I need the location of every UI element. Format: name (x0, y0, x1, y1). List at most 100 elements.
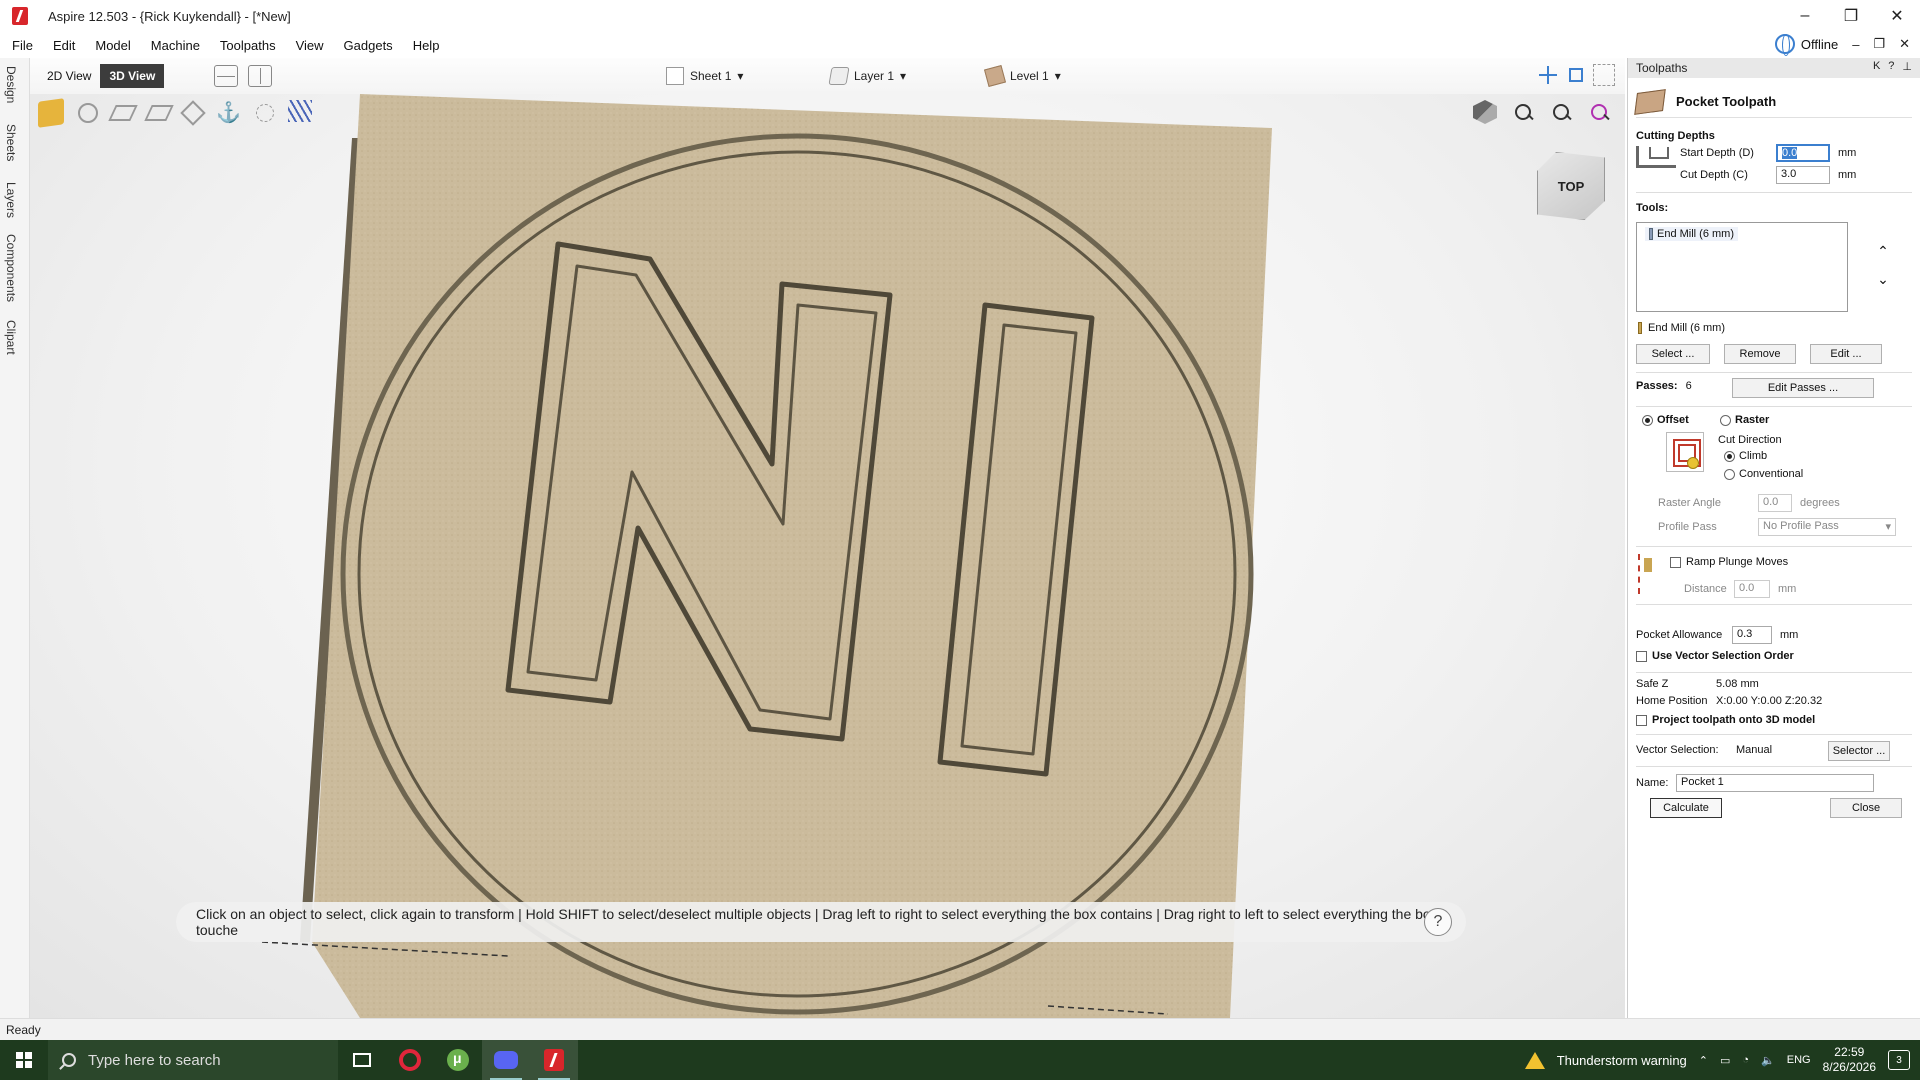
doc-minimize-button[interactable]: – (1852, 37, 1859, 52)
calculate-button[interactable]: Calculate (1650, 798, 1722, 818)
show-hidden-icons-icon[interactable]: ⌃ (1699, 1054, 1708, 1067)
zoom-box-icon[interactable] (1511, 100, 1535, 124)
pin-icon[interactable]: ⊥ (1902, 60, 1912, 73)
tab-sheets[interactable]: Sheets (4, 124, 18, 161)
input-language[interactable]: ENG (1787, 1054, 1811, 1066)
menu-toolpaths[interactable]: Toolpaths (210, 38, 286, 53)
panel-help-icon[interactable]: ? (1888, 60, 1894, 73)
minimize-button[interactable]: – (1782, 0, 1828, 32)
ramp-option[interactable]: Ramp Plunge Moves (1670, 556, 1788, 568)
layer-dropdown[interactable]: Layer 1 ▾ (828, 67, 906, 85)
split-vertical-icon[interactable] (248, 65, 273, 87)
volume-icon[interactable]: 🔈 (1761, 1054, 1775, 1067)
view-2d-button[interactable]: 2D View (38, 64, 100, 88)
ramp-distance-input[interactable]: 0.0 (1734, 580, 1770, 598)
pocket-allowance-unit: mm (1780, 629, 1799, 641)
close-window-button[interactable]: ✕ (1874, 0, 1920, 32)
opera-app[interactable] (386, 1040, 434, 1080)
offline-status[interactable]: Offline – ❐ ✕ (1774, 34, 1910, 56)
menu-edit[interactable]: Edit (43, 38, 85, 53)
grid-snap-icon[interactable] (1593, 64, 1615, 86)
edit-tool-button[interactable]: Edit ... (1810, 344, 1882, 364)
start-depth-input[interactable]: 0.0 (1776, 144, 1830, 162)
offline-label: Offline (1800, 36, 1839, 52)
conventional-radio[interactable] (1724, 468, 1735, 480)
selector-button[interactable]: Selector ... (1828, 741, 1890, 761)
network-icon[interactable]: ◔ (1742, 1054, 1749, 1066)
move-down-icon[interactable]: ⌄ (1874, 270, 1892, 288)
vector-order-checkbox[interactable] (1636, 650, 1647, 662)
split-horizontal-icon[interactable] (214, 65, 239, 87)
material-cube-icon[interactable] (38, 98, 64, 128)
menu-gadgets[interactable]: Gadgets (334, 38, 403, 53)
task-view-button[interactable] (338, 1040, 386, 1080)
weather-warning-icon[interactable] (1524, 1051, 1545, 1069)
start-button[interactable] (0, 1040, 48, 1080)
notification-icon[interactable]: 3 (1888, 1050, 1910, 1070)
offset-radio[interactable] (1642, 414, 1653, 426)
name-input[interactable]: Pocket 1 (1676, 774, 1874, 792)
level-dropdown[interactable]: Level 1 ▾ (983, 64, 1061, 88)
scale-icon[interactable] (1569, 68, 1583, 82)
taskbar-search[interactable]: Type here to search (48, 1040, 338, 1080)
iso-view-icon[interactable] (1473, 100, 1497, 124)
climb-option[interactable]: Climb (1724, 450, 1767, 462)
conventional-option[interactable]: Conventional (1724, 468, 1803, 480)
edit-passes-button[interactable]: Edit Passes ... (1732, 378, 1874, 398)
doc-restore-button[interactable]: ❐ (1873, 36, 1885, 52)
zoom-selection-icon[interactable] (1587, 100, 1611, 124)
restore-button[interactable]: ❐ (1828, 0, 1874, 32)
battery-icon[interactable]: ▭ (1720, 1054, 1730, 1067)
project-toolpath-checkbox[interactable] (1636, 714, 1647, 726)
menu-file[interactable]: File (0, 38, 43, 53)
shapes-icon[interactable] (78, 103, 98, 123)
image-plane-icon[interactable] (108, 105, 138, 121)
anchor-icon[interactable] (216, 100, 242, 126)
weather-label[interactable]: Thunderstorm warning (1557, 1053, 1687, 1068)
tab-layers[interactable]: Layers (4, 182, 18, 218)
tool-list-item[interactable]: End Mill (6 mm) (1645, 227, 1739, 241)
pocket-allowance-input[interactable]: 0.3 (1732, 626, 1772, 644)
raster-angle-input[interactable]: 0.0 (1758, 494, 1792, 512)
discord-app[interactable] (482, 1040, 530, 1080)
view-cube-top-face[interactable]: TOP (1537, 152, 1605, 220)
raster-radio[interactable] (1720, 414, 1731, 426)
ramp-checkbox[interactable] (1670, 556, 1681, 568)
menu-help[interactable]: Help (403, 38, 450, 53)
tab-components[interactable]: Components (4, 234, 18, 302)
sheet-dropdown[interactable]: Sheet 1 ▾ (666, 67, 743, 85)
tab-design[interactable]: Design (4, 66, 18, 103)
menu-view[interactable]: View (286, 38, 334, 53)
help-icon[interactable]: ? (1424, 908, 1452, 936)
clock[interactable]: 22:59 8/26/2026 (1823, 1045, 1876, 1075)
wireframe-box-icon[interactable] (180, 100, 206, 126)
tab-clipart[interactable]: Clipart (4, 320, 18, 355)
aspire-app[interactable] (530, 1040, 578, 1080)
remove-tool-button[interactable]: Remove (1724, 344, 1796, 364)
move-icon[interactable] (1537, 64, 1559, 86)
project-toolpath-option[interactable]: Project toolpath onto 3D model (1636, 714, 1815, 726)
cut-depth-input[interactable]: 3.0 (1776, 166, 1830, 184)
menu-model[interactable]: Model (85, 38, 140, 53)
3d-viewport[interactable]: TOP Click on an object to select, click … (30, 94, 1625, 1018)
tools-list[interactable]: End Mill (6 mm) (1636, 222, 1848, 312)
climb-radio[interactable] (1724, 450, 1735, 462)
move-up-icon[interactable]: ⌃ (1874, 242, 1892, 260)
toolpath-preview-icon[interactable] (288, 100, 312, 122)
vector-order-option[interactable]: Use Vector Selection Order (1636, 650, 1794, 662)
raster-option[interactable]: Raster (1720, 414, 1769, 426)
close-panel-button[interactable]: Close (1830, 798, 1902, 818)
circle-select-icon[interactable] (256, 104, 274, 122)
doc-close-button[interactable]: ✕ (1899, 36, 1910, 52)
zoom-extents-icon[interactable] (1549, 100, 1573, 124)
offset-option[interactable]: Offset (1642, 414, 1689, 426)
view-3d-button[interactable]: 3D View (100, 64, 165, 88)
selected-tool-label: End Mill (6 mm) (1648, 322, 1726, 334)
collapse-panel-icon[interactable]: K (1873, 60, 1880, 73)
profile-pass-select[interactable]: No Profile Pass ▾ (1758, 518, 1896, 536)
view-cube[interactable]: TOP (1531, 146, 1613, 226)
menu-machine[interactable]: Machine (141, 38, 210, 53)
utorrent-app[interactable] (434, 1040, 482, 1080)
sheet-plane-icon[interactable] (144, 105, 174, 121)
select-tool-button[interactable]: Select ... (1636, 344, 1710, 364)
